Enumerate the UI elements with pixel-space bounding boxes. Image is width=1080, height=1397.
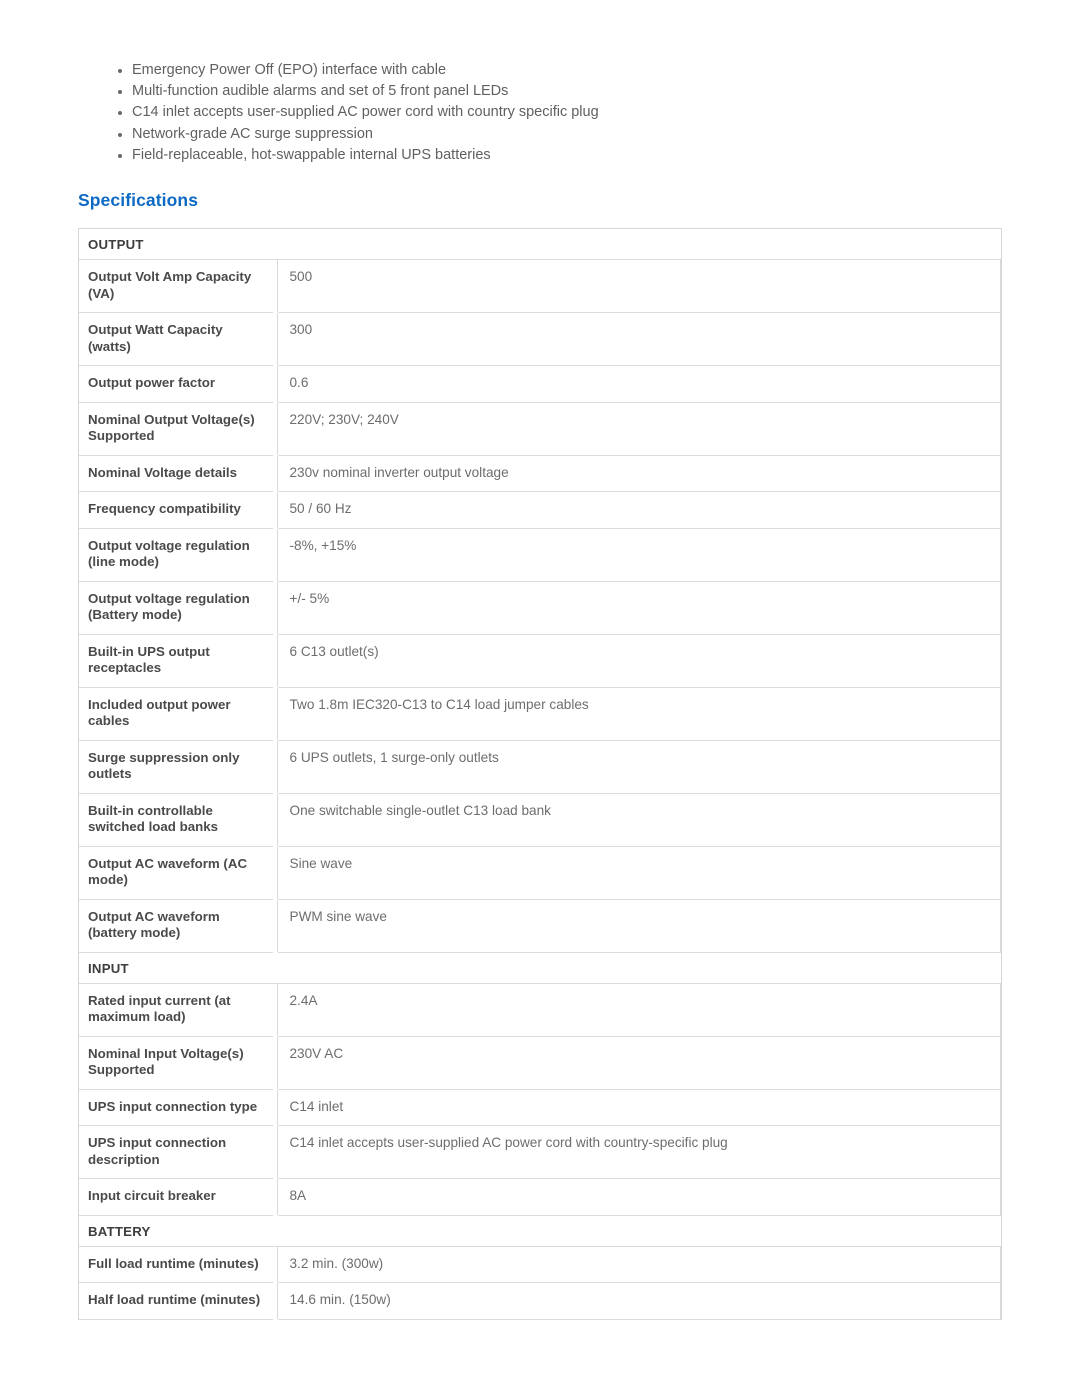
table-row: Rated input current (at maximum load) 2.4…	[79, 983, 1001, 1037]
feature-list-item: Multi-function audible alarms and set of…	[118, 81, 978, 102]
table-row: Output power factor 0.6	[79, 365, 1001, 403]
spec-label-cell: Input circuit breaker	[79, 1178, 278, 1216]
spec-value-cell: Two 1.8m IEC320-C13 to C14 load jumper c…	[277, 687, 1001, 741]
table-row: Built-in controllable switched load bank…	[79, 793, 1001, 847]
bullet-icon	[118, 69, 122, 73]
spec-label-cell: Built-in controllable switched load bank…	[79, 793, 278, 847]
bullet-icon	[118, 132, 122, 137]
table-row: Full load runtime (minutes) 3.2 min. (300…	[79, 1246, 1001, 1283]
table-row: Half load runtime (minutes) 14.6 min. (15…	[79, 1282, 1001, 1320]
spec-label-cell: Half load runtime (minutes)	[79, 1282, 278, 1320]
spec-value-cell: 2.4A	[277, 983, 1001, 1037]
spec-value-cell: One switchable single-outlet C13 load ba…	[277, 793, 1001, 847]
spec-group-header-row: INPUT	[79, 952, 1001, 984]
table-row: UPS input connection type C14 inlet	[79, 1089, 1001, 1126]
feature-text: Network-grade AC surge suppression	[132, 125, 373, 142]
spec-label-cell: Output Watt Capacity (watts)	[79, 312, 278, 366]
spec-value-cell: 0.6	[277, 365, 1001, 403]
bullet-icon	[118, 90, 122, 95]
feature-list-item: Emergency Power Off (EPO) interface with…	[118, 60, 978, 81]
spec-label-cell: Frequency compatibility	[79, 491, 278, 529]
spec-label-cell: Nominal Output Voltage(s) Supported	[79, 402, 278, 456]
spec-value-cell: PWM sine wave	[277, 899, 1001, 953]
feature-text: Field-replaceable, hot-swappable interna…	[132, 146, 491, 163]
feature-list: Emergency Power Off (EPO) interface with…	[118, 60, 978, 166]
spec-sheet-page: Emergency Power Off (EPO) interface with…	[0, 0, 1080, 1397]
spec-value-cell: 300	[277, 312, 1001, 366]
spec-value-cell: C14 inlet	[277, 1089, 1001, 1126]
spec-value-cell: C14 inlet accepts user-supplied AC power…	[277, 1125, 1001, 1179]
spec-value-cell: 500	[277, 259, 1001, 313]
spec-label-cell: Output AC waveform (battery mode)	[79, 899, 278, 953]
table-row: Built-in UPS output receptacles 6 C13 out…	[79, 634, 1001, 688]
specifications-table-container: OUTPUT Output Volt Amp Capacity (VA) 500 Ou…	[78, 228, 1002, 1320]
spec-label-cell: Output voltage regulation (Battery mode)	[79, 581, 278, 635]
spec-group-title: INPUT	[79, 952, 1001, 984]
feature-text: Multi-function audible alarms and set of…	[132, 83, 509, 100]
feature-list-item: Field-replaceable, hot-swappable interna…	[118, 145, 978, 166]
table-row: Nominal Voltage details 230v nominal inve…	[79, 455, 1001, 492]
feature-list-item: C14 inlet accepts user-supplied AC power…	[118, 102, 978, 123]
spec-value-cell: 8A	[277, 1178, 1001, 1216]
table-row: Output voltage regulation (Battery mode)…	[79, 581, 1001, 635]
page-title: Specifications	[78, 190, 199, 210]
table-row: Output voltage regulation (line mode) -8%…	[79, 528, 1001, 582]
spec-label-cell: Output AC waveform (AC mode)	[79, 846, 278, 900]
spec-value-cell: -8%, +15%	[277, 528, 1001, 582]
spec-label-cell: Built-in UPS output receptacles	[79, 634, 278, 688]
specifications-table: OUTPUT Output Volt Amp Capacity (VA) 500 Ou…	[79, 229, 1001, 1320]
feature-list-item: Network-grade AC surge suppression	[118, 124, 978, 145]
spec-value-cell: Sine wave	[277, 846, 1001, 900]
spec-label-cell: Included output power cables	[79, 687, 278, 741]
spec-label-cell: Output Volt Amp Capacity (VA)	[79, 259, 278, 313]
table-row: Nominal Input Voltage(s) Supported 230V A…	[79, 1036, 1001, 1090]
table-row: Output AC waveform (AC mode) Sine wave	[79, 846, 1001, 900]
spec-value-cell: 14.6 min. (150w)	[277, 1282, 1001, 1320]
spec-label-cell: UPS input connection description	[79, 1125, 278, 1179]
spec-value-cell: 3.2 min. (300w)	[277, 1246, 1001, 1283]
table-row: Input circuit breaker 8A	[79, 1178, 1001, 1216]
table-row: Output AC waveform (battery mode) PWM sin…	[79, 899, 1001, 953]
spec-label-cell: Rated input current (at maximum load)	[79, 983, 278, 1037]
table-row: Output Watt Capacity (watts) 300	[79, 312, 1001, 366]
spec-label-cell: Output voltage regulation (line mode)	[79, 528, 278, 582]
spec-value-cell: 6 UPS outlets, 1 surge-only outlets	[277, 740, 1001, 794]
spec-label-cell: Output power factor	[79, 365, 278, 403]
feature-text: C14 inlet accepts user-supplied AC power…	[132, 104, 599, 121]
table-row: Nominal Output Voltage(s) Supported 220V;…	[79, 402, 1001, 456]
bullet-icon	[118, 111, 122, 116]
spec-group-header-row: OUTPUT	[79, 229, 1001, 260]
spec-label-cell: Surge suppression only outlets	[79, 740, 278, 794]
spec-value-cell: +/- 5%	[277, 581, 1001, 635]
spec-value-cell: 6 C13 outlet(s)	[277, 634, 1001, 688]
spec-value-cell: 230v nominal inverter output voltage	[277, 455, 1001, 492]
table-row: Output Volt Amp Capacity (VA) 500	[79, 259, 1001, 313]
spec-group-title: OUTPUT	[79, 229, 1001, 260]
spec-group-title: BATTERY	[79, 1215, 1001, 1247]
spec-label-cell: Full load runtime (minutes)	[79, 1246, 278, 1283]
spec-value-cell: 230V AC	[277, 1036, 1001, 1090]
table-row: Included output power cables Two 1.8m IEC…	[79, 687, 1001, 741]
spec-group-header-row: BATTERY	[79, 1215, 1001, 1247]
spec-value-cell: 50 / 60 Hz	[277, 491, 1001, 529]
table-row: Surge suppression only outlets 6 UPS outl…	[79, 740, 1001, 794]
bullet-icon	[118, 153, 122, 158]
spec-label-cell: Nominal Input Voltage(s) Supported	[79, 1036, 278, 1090]
table-row: Frequency compatibility 50 / 60 Hz	[79, 491, 1001, 529]
spec-label-cell: UPS input connection type	[79, 1089, 278, 1126]
table-row: UPS input connection description C14 inle…	[79, 1125, 1001, 1179]
spec-value-cell: 220V; 230V; 240V	[277, 402, 1001, 456]
spec-label-cell: Nominal Voltage details	[79, 455, 278, 492]
feature-text: Emergency Power Off (EPO) interface with…	[132, 62, 447, 78]
